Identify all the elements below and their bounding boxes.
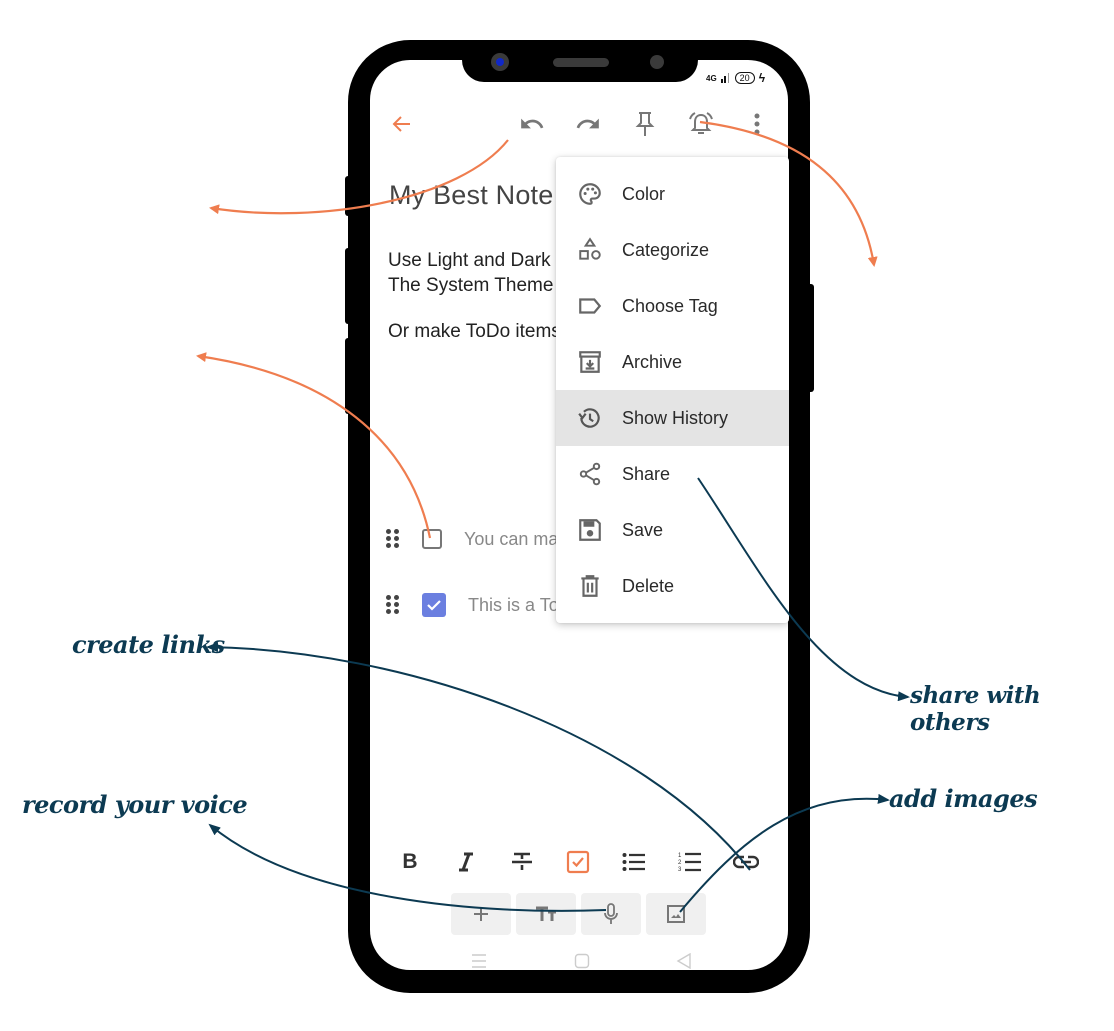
menu-item-share[interactable]: Share — [556, 446, 789, 502]
menu-item-label: Categorize — [622, 239, 710, 260]
todo-item: You can make — [380, 521, 577, 557]
undo-icon — [521, 118, 544, 129]
menu-item-choose-tag[interactable]: Choose Tag — [556, 278, 789, 334]
home-button[interactable] — [574, 953, 590, 974]
menu-item-label: Choose Tag — [622, 295, 718, 316]
recents-button[interactable] — [470, 954, 488, 973]
bold-button[interactable]: B — [392, 844, 428, 880]
menu-item-label: Show History — [622, 407, 729, 428]
add-button[interactable] — [451, 893, 511, 935]
system-nav-bar — [470, 952, 692, 974]
italic-button[interactable] — [448, 844, 484, 880]
note-body-line[interactable]: Or make ToDo items — [388, 321, 561, 343]
save-icon — [576, 516, 604, 544]
strikethrough-icon — [512, 852, 532, 870]
redo-button[interactable] — [570, 106, 606, 142]
menu-item-label: Delete — [622, 575, 675, 596]
annotation-create-links: create links — [72, 630, 225, 659]
numbered-list-button[interactable]: 123 — [672, 844, 708, 880]
overflow-menu: Color Categorize Choose Tag Archive Show… — [556, 157, 789, 623]
back-triangle-icon — [676, 952, 691, 970]
record-voice-button[interactable] — [581, 893, 641, 935]
note-body[interactable]: Use Light and Dark The System Theme — [388, 248, 553, 298]
bulleted-list-icon — [622, 853, 645, 871]
strikethrough-button[interactable] — [504, 844, 540, 880]
menu-item-delete[interactable]: Delete — [556, 558, 789, 614]
drag-handle-icon[interactable] — [386, 595, 402, 615]
menu-item-show-history[interactable]: Show History — [556, 390, 789, 446]
battery-level: 20 — [734, 72, 755, 84]
more-options-button[interactable] — [739, 106, 775, 142]
shapes-icon — [576, 236, 604, 264]
bulleted-list-button[interactable] — [616, 844, 652, 880]
todo-checkbox[interactable] — [422, 529, 442, 549]
annotation-share-with-others: share with others — [910, 682, 1041, 736]
bell-ringing-icon — [689, 112, 713, 134]
lightning-bolt-icon: ϟ — [758, 71, 766, 85]
annotation-record-voice: record your voice — [22, 790, 248, 819]
front-camera — [491, 53, 509, 71]
status-bar: 4G 20 ϟ — [706, 72, 765, 84]
side-button — [345, 338, 353, 414]
back-button[interactable] — [384, 106, 420, 142]
image-icon — [667, 905, 685, 923]
more-vertical-icon — [754, 113, 760, 135]
share-icon — [576, 460, 604, 488]
home-icon — [574, 953, 590, 969]
redo-icon — [576, 118, 599, 129]
note-body-line: The System Theme — [388, 275, 554, 296]
tag-icon — [576, 292, 604, 320]
add-image-button[interactable] — [646, 893, 706, 935]
svg-text:2: 2 — [678, 860, 682, 866]
power-button — [806, 284, 814, 392]
svg-text:1: 1 — [678, 853, 682, 859]
menu-item-label: Share — [622, 463, 671, 484]
pin-button[interactable] — [627, 106, 663, 142]
plus-icon — [474, 907, 488, 921]
pin-icon — [635, 112, 655, 136]
drag-handle-icon[interactable] — [386, 529, 402, 549]
arrow-left-icon — [392, 116, 410, 132]
menu-item-label: Color — [622, 183, 666, 204]
undo-button[interactable] — [514, 106, 550, 142]
menu-item-categorize[interactable]: Categorize — [556, 222, 789, 278]
menu-item-label: Save — [622, 519, 664, 540]
bold-icon: B — [402, 850, 418, 873]
volume-up-button — [345, 176, 353, 216]
menu-item-archive[interactable]: Archive — [556, 334, 789, 390]
format-toolbar: B 123 — [392, 844, 764, 880]
note-title[interactable]: My Best Note — [389, 180, 553, 211]
checkmark-icon — [427, 600, 441, 611]
back-nav-button[interactable] — [676, 952, 692, 974]
history-icon — [576, 404, 604, 432]
recents-icon — [472, 954, 486, 968]
reminder-button[interactable] — [683, 106, 719, 142]
checkbox-icon — [566, 850, 590, 874]
signal-indicator: 4G — [706, 73, 717, 83]
note-body-line: Use Light and Dark — [388, 250, 551, 271]
volume-down-button — [345, 248, 353, 324]
signal-bars-icon — [720, 73, 729, 83]
link-button[interactable] — [728, 844, 764, 880]
palette-icon — [576, 180, 604, 208]
todo-item: This is a ToDo — [380, 587, 582, 623]
proximity-sensor — [650, 55, 664, 69]
italic-icon — [459, 852, 473, 872]
archive-icon — [576, 348, 604, 376]
numbered-list-icon: 123 — [678, 852, 701, 873]
earpiece-speaker — [553, 58, 609, 67]
todo-checkbox-checked[interactable] — [422, 593, 446, 617]
text-size-button[interactable] — [516, 893, 576, 935]
menu-item-label: Archive — [622, 351, 683, 372]
svg-text:3: 3 — [678, 867, 682, 873]
checkbox-button[interactable] — [560, 844, 596, 880]
text-size-icon — [536, 906, 556, 921]
menu-item-save[interactable]: Save — [556, 502, 789, 558]
microphone-icon — [604, 903, 618, 924]
menu-item-color[interactable]: Color — [556, 166, 789, 222]
action-toolbar — [451, 893, 706, 935]
link-icon — [733, 855, 759, 869]
annotation-add-images: add images — [889, 784, 1038, 813]
trash-icon — [576, 572, 604, 600]
